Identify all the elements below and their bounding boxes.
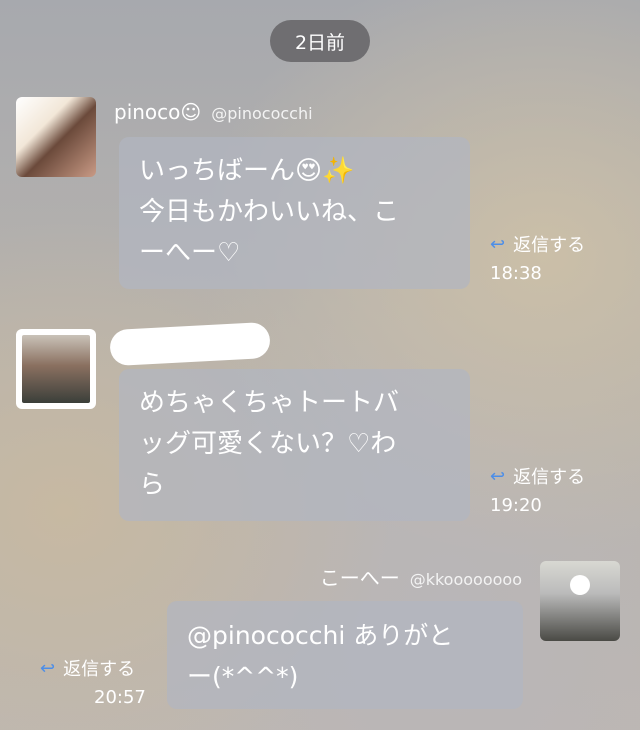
- message-bubble: いっちばーん😍✨ 今日もかわいいね、こ ーへー♡: [119, 137, 470, 289]
- reply-label: 返信する: [63, 659, 136, 680]
- avatar-kohei[interactable]: [540, 561, 620, 641]
- reply-button[interactable]: ↩ 返信する: [490, 231, 585, 257]
- reply-arrow-icon: ↩: [490, 465, 506, 487]
- reply-button[interactable]: ↩ 返信する: [40, 655, 135, 681]
- reply-label: 返信する: [513, 467, 586, 488]
- reply-label: 返信する: [513, 235, 586, 256]
- avatar-user[interactable]: [16, 329, 96, 409]
- date-divider: 2日前: [270, 20, 370, 62]
- sender-name[interactable]: pinoco☺ @pinococchi: [114, 100, 313, 124]
- message-bubble: めちゃくちゃトートバ ッグ可愛くない？♡わ ら: [119, 369, 470, 521]
- message-timestamp: 18:38: [490, 263, 542, 284]
- avatar-pinoco[interactable]: [16, 97, 96, 177]
- message-timestamp: 20:57: [94, 687, 146, 708]
- sender-handle: @pinococchi: [211, 104, 313, 123]
- sender-display-name: pinoco☺: [114, 100, 202, 124]
- message-timestamp: 19:20: [490, 495, 542, 516]
- redacted-name: [109, 321, 271, 367]
- sender-name[interactable]: こーへー @kkoooooooo: [320, 562, 522, 591]
- reply-arrow-icon: ↩: [40, 657, 56, 679]
- reply-button[interactable]: ↩ 返信する: [490, 463, 585, 489]
- sender-display-name: こーへー: [319, 566, 400, 590]
- message-bubble: @pinococchi ありがと ー(*^^*): [167, 601, 523, 709]
- sender-handle: @kkoooooooo: [409, 570, 522, 589]
- reply-arrow-icon: ↩: [490, 233, 506, 255]
